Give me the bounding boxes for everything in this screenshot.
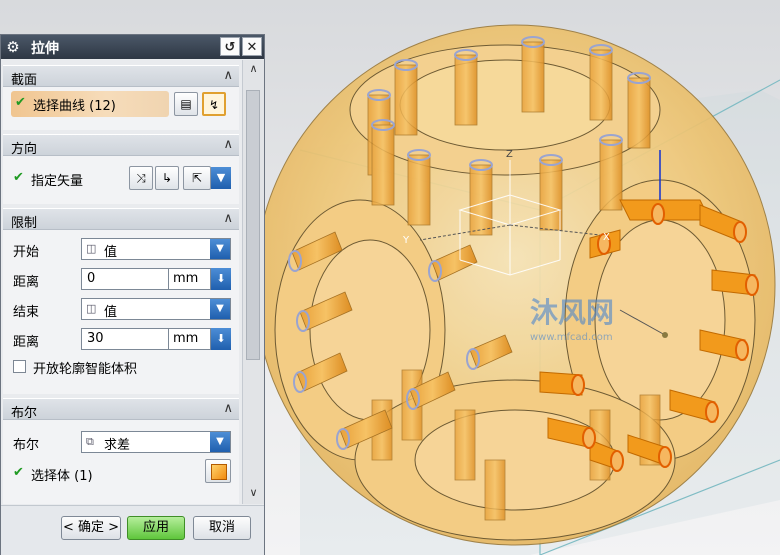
- section-title: 方向: [11, 142, 38, 157]
- watermark-url: www.mfcad.com: [530, 332, 613, 343]
- dialog-footer: < 确定 > 应用 取消: [1, 505, 264, 555]
- boolean-type-select[interactable]: ⧉ 求差 ▼: [81, 431, 231, 453]
- scroll-thumb[interactable]: [246, 90, 260, 360]
- collapse-icon[interactable]: ∧: [223, 211, 233, 226]
- chevron-down-icon[interactable]: ▼: [210, 239, 230, 259]
- open-profile-checkbox[interactable]: [13, 360, 26, 373]
- end-label: 结束: [13, 305, 40, 320]
- vector-type-icon[interactable]: ⇱: [183, 166, 211, 190]
- end-type-select[interactable]: ◫ 值 ▼: [81, 298, 231, 320]
- value-cube-icon: ◫: [86, 242, 97, 255]
- end-unit: mm: [169, 328, 211, 350]
- section-body-limits: 开始 ◫ 值 ▼ 距离 0 mm ⬇ 结束 ◫ 值 ▼ 距离 30 mm ⬇ 开…: [3, 230, 239, 394]
- reverse-direction-icon[interactable]: ⤨: [129, 166, 153, 190]
- end-distance-label: 距离: [13, 335, 40, 350]
- section-header-boolean[interactable]: 布尔 ∧: [3, 398, 239, 421]
- chevron-down-icon[interactable]: ▼: [210, 299, 230, 319]
- section-header-direction[interactable]: 方向 ∧: [3, 134, 239, 157]
- select-curve-label: 选择曲线 (12): [33, 99, 116, 114]
- gear-icon[interactable]: ⚙: [4, 38, 22, 56]
- select-body-label: 选择体 (1): [31, 469, 93, 484]
- collapse-icon[interactable]: ∧: [223, 68, 233, 83]
- curve-select-icon[interactable]: ↯: [202, 92, 226, 116]
- section-header-section[interactable]: 截面 ∧: [3, 65, 239, 88]
- axis-z-label: Z: [506, 149, 513, 160]
- start-distance-value: 0: [87, 271, 96, 286]
- open-profile-label: 开放轮廓智能体积: [33, 362, 138, 377]
- section-title: 限制: [11, 216, 38, 231]
- dialog-scrollbar[interactable]: ∧ ∨: [242, 60, 264, 504]
- vector-dialog-icon[interactable]: ↳: [155, 166, 179, 190]
- subtract-icon: ⧉: [86, 435, 94, 448]
- start-type-value: 值: [104, 245, 118, 260]
- axis-x-label: X: [603, 232, 610, 243]
- scroll-down-icon[interactable]: ∨: [247, 486, 260, 500]
- end-distance-value: 30: [87, 331, 104, 346]
- collapse-icon[interactable]: ∧: [223, 401, 233, 416]
- section-header-limits[interactable]: 限制 ∧: [3, 208, 239, 231]
- apply-button[interactable]: 应用: [127, 516, 185, 540]
- check-icon: ✔: [15, 95, 26, 110]
- boolean-label: 布尔: [13, 438, 40, 453]
- extrude-dialog: ⚙ 拉伸 ↺ ✕ 截面 ∧ ✔ 选择曲线 (12) ▤ ↯ 方向 ∧ ✔ 指定矢…: [0, 34, 265, 555]
- end-type-value: 值: [104, 305, 118, 320]
- select-body-icon[interactable]: [205, 459, 231, 483]
- dialog-title: 拉伸: [31, 41, 59, 57]
- select-curve-row[interactable]: ✔ 选择曲线 (12): [11, 91, 169, 117]
- value-cube-icon: ◫: [86, 302, 97, 315]
- section-body-direction: ✔ 指定矢量 ⤨ ↳ ⇱ ▼: [3, 156, 239, 204]
- section-title: 截面: [11, 73, 38, 88]
- collapse-icon[interactable]: ∧: [223, 137, 233, 152]
- start-type-select[interactable]: ◫ 值 ▼: [81, 238, 231, 260]
- close-icon[interactable]: ✕: [242, 37, 262, 56]
- specify-vector-label: 指定矢量: [31, 174, 84, 189]
- cancel-button[interactable]: 取消: [193, 516, 251, 540]
- watermark-logo: 沐风网: [530, 296, 614, 329]
- section-title: 布尔: [11, 406, 38, 421]
- reset-icon[interactable]: ↺: [220, 37, 240, 56]
- start-label: 开始: [13, 245, 40, 260]
- check-icon: ✔: [13, 170, 24, 185]
- section-body-boolean: 布尔 ⧉ 求差 ▼ ✔ 选择体 (1): [3, 420, 239, 504]
- vector-dropdown-button[interactable]: ▼: [211, 167, 231, 189]
- section-body-section: ✔ 选择曲线 (12) ▤ ↯: [3, 87, 239, 130]
- start-unit: mm: [169, 268, 211, 290]
- start-distance-menu-button[interactable]: ⬇: [211, 268, 231, 290]
- ok-button[interactable]: < 确定 >: [61, 516, 121, 540]
- end-distance-menu-button[interactable]: ⬇: [211, 328, 231, 350]
- dialog-titlebar[interactable]: ⚙ 拉伸 ↺ ✕: [1, 35, 264, 59]
- start-distance-input[interactable]: 0: [81, 268, 169, 290]
- chevron-down-icon[interactable]: ▼: [210, 432, 230, 452]
- boolean-type-value: 求差: [104, 438, 131, 453]
- dialog-content: 截面 ∧ ✔ 选择曲线 (12) ▤ ↯ 方向 ∧ ✔ 指定矢量 ⤨ ↳ ⇱ ▼…: [1, 60, 241, 504]
- end-distance-input[interactable]: 30: [81, 328, 169, 350]
- sketch-section-icon[interactable]: ▤: [174, 92, 198, 116]
- axis-y-label: Y: [402, 235, 410, 246]
- scroll-up-icon[interactable]: ∧: [247, 62, 260, 76]
- check-icon: ✔: [13, 465, 24, 480]
- start-distance-label: 距离: [13, 275, 40, 290]
